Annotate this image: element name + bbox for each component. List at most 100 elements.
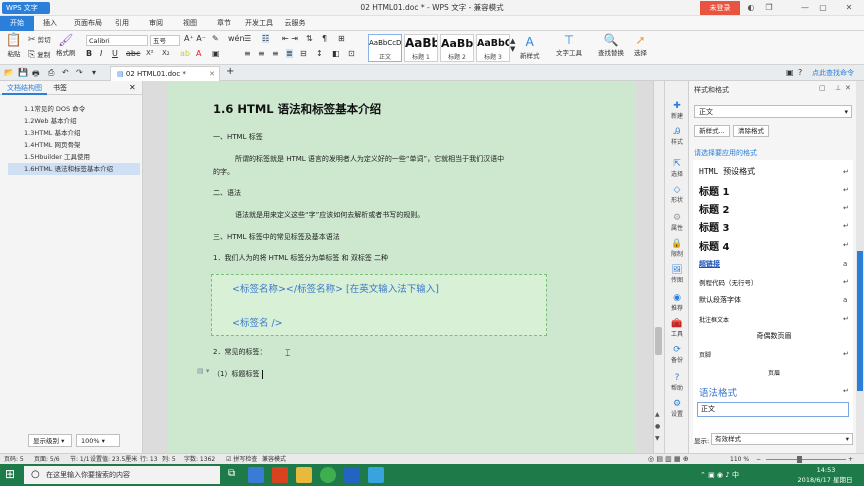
rail-settings[interactable]: ⚙ 设置 bbox=[665, 399, 689, 418]
border-icon[interactable]: ⊡ bbox=[348, 49, 355, 58]
menu-review[interactable]: 审阅 bbox=[144, 16, 168, 31]
menu-chapter[interactable]: 章节 bbox=[212, 16, 236, 31]
undo-icon[interactable]: ↶ bbox=[62, 68, 69, 77]
windows-start-icon[interactable]: ⊞ bbox=[5, 467, 15, 481]
style-item-default-font[interactable]: 默认段落字体 bbox=[699, 295, 857, 305]
style-item-odd-even-header[interactable]: 奇偶数页眉 bbox=[699, 331, 849, 341]
subscript-button[interactable]: X₂ bbox=[162, 49, 170, 57]
zoom-slider[interactable] bbox=[766, 459, 846, 460]
style-item-normal[interactable]: 正文 bbox=[697, 402, 849, 417]
document-scrollbar[interactable]: ▲ ● ▼ bbox=[653, 81, 664, 453]
taskbar-date[interactable]: 2018/6/17 星期日 bbox=[790, 475, 860, 486]
menu-insert[interactable]: 插入 bbox=[36, 16, 64, 31]
new-style-panel-button[interactable]: 新样式... bbox=[694, 125, 730, 137]
style-item-html-preset[interactable]: HTML 预设格式 bbox=[699, 166, 857, 177]
zoom-slider-thumb[interactable] bbox=[797, 456, 802, 463]
style-item-hyperlink[interactable]: 超链接 bbox=[699, 259, 857, 269]
menu-start[interactable]: 开始 bbox=[0, 16, 34, 31]
panel-pin-icon[interactable]: ⊥ bbox=[835, 84, 841, 92]
font-name-select[interactable]: Calibri bbox=[86, 35, 148, 46]
style-heading-3[interactable]: AaBbC 标题 3 bbox=[476, 34, 510, 62]
close-tab-icon[interactable]: ✕ bbox=[209, 67, 215, 81]
display-level-select[interactable]: 显示级别 ▾ bbox=[28, 434, 72, 447]
task-view-icon[interactable]: ⧉ bbox=[228, 468, 235, 479]
style-item-heading-2[interactable]: 标题 2 bbox=[699, 201, 857, 216]
superscript-button[interactable]: X² bbox=[146, 49, 154, 57]
style-item-code[interactable]: 例程代码（无行号） bbox=[699, 277, 857, 287]
font-color-icon[interactable]: A bbox=[196, 49, 201, 58]
print-preview-icon[interactable]: ⎙ bbox=[48, 68, 54, 78]
menu-references[interactable]: 引用 bbox=[110, 16, 134, 31]
help-icon[interactable]: ? bbox=[798, 68, 802, 77]
menu-view[interactable]: 视图 bbox=[178, 16, 202, 31]
style-item-syntax[interactable]: 语法格式 bbox=[699, 385, 857, 399]
clear-format-icon[interactable]: ✎ bbox=[212, 34, 219, 43]
document-page[interactable]: 1.6 HTML 语法和标签基本介绍 一、HTML 标签 所谓的标签就是 HTM… bbox=[167, 81, 636, 453]
minimize-icon[interactable]: — bbox=[798, 1, 812, 15]
align-left-icon[interactable]: ≡ bbox=[244, 49, 251, 58]
tab-bookmark[interactable]: 书签 bbox=[48, 81, 72, 95]
justify-icon[interactable]: ≣ bbox=[286, 49, 293, 58]
menu-cloud[interactable]: 云服务 bbox=[280, 16, 310, 31]
bullet-list-icon[interactable]: ☰ bbox=[244, 34, 251, 43]
close-icon[interactable]: ✕ bbox=[842, 1, 856, 15]
numbered-list-icon[interactable]: ☷ bbox=[262, 34, 270, 43]
line-spacing-icon[interactable]: ↕ bbox=[316, 49, 323, 58]
bold-button[interactable]: B bbox=[86, 49, 92, 58]
style-item-heading-3[interactable]: 标题 3 bbox=[699, 219, 857, 234]
restore-icon[interactable]: ❐ bbox=[762, 1, 776, 15]
print-icon[interactable]: 🖶 bbox=[32, 68, 40, 82]
panel-collapse-icon[interactable]: ▢ bbox=[819, 84, 826, 92]
style-normal[interactable]: AaBbCcDd 正文 bbox=[368, 34, 402, 62]
open-folder-icon[interactable]: 📂 bbox=[4, 68, 14, 77]
select-browse-icon[interactable]: ● bbox=[655, 423, 660, 430]
menu-page-layout[interactable]: 页面布局 bbox=[70, 16, 106, 31]
style-heading-2[interactable]: AaBb 标题 2 bbox=[440, 34, 474, 62]
indent-icon[interactable]: ⇤ ⇥ bbox=[282, 34, 298, 43]
style-gallery-scroll[interactable]: ▲ ▼ bbox=[510, 37, 515, 53]
taskbar-app-explorer[interactable] bbox=[296, 467, 312, 483]
document-tab[interactable]: ▤ 02 HTML01.doc * ✕ bbox=[110, 66, 220, 81]
nav-item[interactable]: 1.4HTML 网页骨架 bbox=[8, 139, 140, 151]
distribute-icon[interactable]: ⊟ bbox=[300, 49, 307, 58]
align-center-icon[interactable]: ≡ bbox=[258, 49, 265, 58]
taskbar-app-edge[interactable] bbox=[248, 467, 264, 483]
select-button[interactable]: ➚ 选择 bbox=[634, 33, 647, 57]
cut-button[interactable]: ✂ 剪切 bbox=[28, 34, 51, 45]
underline-button[interactable]: U bbox=[112, 49, 118, 58]
taskbar-app-wps[interactable] bbox=[344, 467, 360, 483]
menu-developer[interactable]: 开发工具 bbox=[242, 16, 276, 31]
show-styles-select[interactable]: 有效样式 ▾ bbox=[711, 433, 853, 445]
new-style-button[interactable]: Ａ 新样式 bbox=[520, 33, 540, 60]
window-layout-icon[interactable]: ▣ bbox=[786, 68, 794, 77]
save-icon[interactable]: 💾 bbox=[18, 68, 28, 77]
find-replace-button[interactable]: 🔍 查找替换 bbox=[598, 33, 624, 57]
highlight-icon[interactable]: ab bbox=[180, 49, 190, 58]
tab-document-structure[interactable]: 文档结构图 bbox=[2, 81, 47, 95]
nav-item[interactable]: 1.3HTML 基本介绍 bbox=[8, 127, 140, 139]
close-pane-icon[interactable]: ✕ bbox=[124, 81, 141, 95]
style-heading-1[interactable]: AaBb 标题 1 bbox=[404, 34, 438, 62]
prev-page-icon[interactable]: ▲ bbox=[655, 411, 660, 418]
format-painter-button[interactable]: 🖌 格式刷 bbox=[56, 33, 76, 57]
current-style-select[interactable]: 正文 ▾ bbox=[694, 105, 852, 118]
rail-new[interactable]: ✚ 新建 bbox=[665, 101, 689, 120]
taskbar-search-input[interactable]: ○ 在这里输入你要搜索的内容 bbox=[24, 466, 220, 484]
panel-close-icon[interactable]: ✕ bbox=[845, 84, 851, 92]
strikethrough-button[interactable]: abc bbox=[126, 49, 140, 58]
login-button[interactable]: 未登录 bbox=[700, 1, 740, 15]
nav-zoom-select[interactable]: 100% ▾ bbox=[76, 434, 120, 447]
rail-recommend[interactable]: ◉ 推荐 bbox=[665, 293, 689, 312]
nav-item[interactable]: 1.6HTML 语法和标签基本介绍 bbox=[8, 163, 140, 175]
panel-scrollbar[interactable] bbox=[856, 81, 864, 453]
clear-format-button[interactable]: 清除格式 bbox=[733, 125, 769, 137]
rail-tools[interactable]: 🧰 工具 bbox=[665, 319, 689, 338]
nav-item[interactable]: 1.2Web 基本介绍 bbox=[8, 115, 140, 127]
taskbar-app-hbuilder[interactable] bbox=[272, 467, 288, 483]
sort-icon[interactable]: ⇅ bbox=[306, 34, 313, 43]
font-size-select[interactable]: 五号 bbox=[150, 35, 180, 46]
style-item-header[interactable]: 页眉 bbox=[699, 368, 849, 377]
rail-upload-image[interactable]: 🖼 传图 bbox=[665, 265, 689, 284]
rail-style[interactable]: Ꭿ 样式 bbox=[665, 127, 689, 146]
new-tab-icon[interactable]: + bbox=[226, 66, 234, 77]
